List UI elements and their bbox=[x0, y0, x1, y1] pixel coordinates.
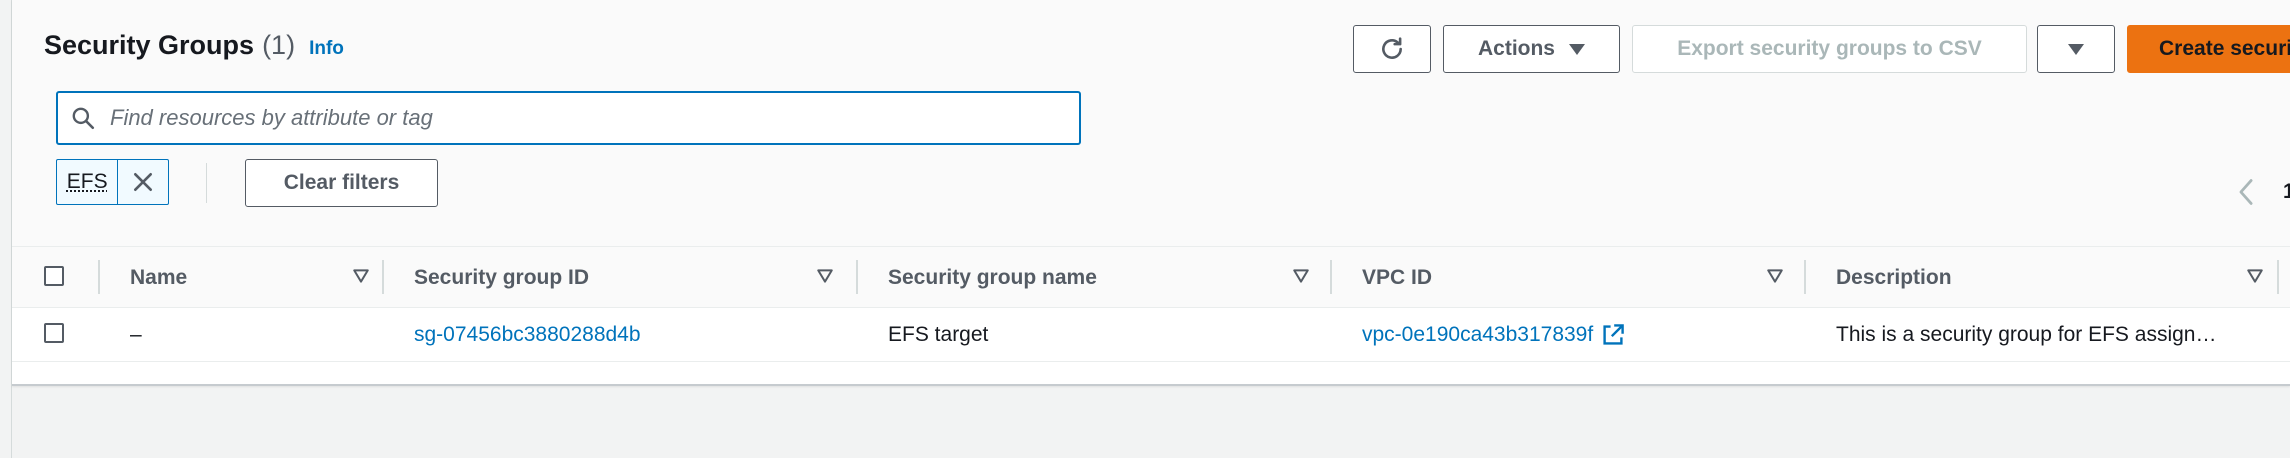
panel-header: Security Groups (1) Info Actions Export … bbox=[12, 0, 2290, 246]
column-separator bbox=[2277, 260, 2279, 294]
refresh-icon bbox=[1382, 37, 1402, 59]
create-security-group-button[interactable]: Create security group bbox=[2127, 25, 2290, 73]
page-number[interactable]: 1 bbox=[2283, 180, 2290, 204]
clear-filters-button[interactable]: Clear filters bbox=[245, 159, 438, 207]
actions-button[interactable]: Actions bbox=[1443, 25, 1620, 73]
vpc-id-link[interactable]: vpc-0e190ca43b317839f bbox=[1362, 323, 1593, 347]
cell-sg-id-link[interactable]: sg-07456bc3880288d4b bbox=[414, 308, 641, 362]
remove-filter-button[interactable] bbox=[118, 160, 168, 204]
external-link-icon[interactable] bbox=[1601, 323, 1625, 347]
row-checkbox[interactable] bbox=[44, 323, 64, 343]
search-box[interactable] bbox=[56, 91, 1081, 145]
info-link[interactable]: Info bbox=[309, 38, 344, 60]
search-icon bbox=[72, 107, 95, 130]
caret-down-icon bbox=[1569, 43, 1585, 55]
column-label: Security group ID bbox=[414, 266, 590, 289]
column-separator bbox=[98, 260, 100, 294]
sort-icon[interactable] bbox=[1292, 267, 1310, 285]
caret-down-icon bbox=[2068, 43, 2084, 55]
filter-token-label[interactable]: EFS bbox=[57, 160, 119, 204]
table-row[interactable]: – sg-07456bc3880288d4b EFS target vpc-0e… bbox=[12, 308, 2290, 362]
page-title-text: Security Groups bbox=[44, 30, 255, 60]
column-header-sg-id[interactable]: Security group ID bbox=[414, 247, 864, 309]
cell-description: This is a security group for EFS assign… bbox=[1836, 323, 2217, 346]
actions-label: Actions bbox=[1477, 37, 1555, 60]
column-header-sg-name[interactable]: Security group name bbox=[888, 247, 1338, 309]
close-icon bbox=[134, 172, 153, 192]
search-input[interactable] bbox=[110, 105, 1070, 131]
column-label: Security group name bbox=[888, 266, 1097, 289]
cell-name: – bbox=[130, 323, 142, 346]
pagination: 1 bbox=[2237, 178, 2290, 206]
refresh-button[interactable] bbox=[1353, 25, 1431, 73]
column-header-name[interactable]: Name bbox=[130, 247, 380, 309]
column-separator bbox=[856, 260, 858, 294]
table-header: Name Security group ID Security group na… bbox=[12, 246, 2290, 308]
column-separator bbox=[382, 260, 384, 294]
sort-icon[interactable] bbox=[2246, 267, 2264, 285]
page-title: Security Groups (1) Info bbox=[44, 30, 344, 61]
export-csv-button[interactable]: Export security groups to CSV bbox=[1632, 25, 2027, 73]
select-all-checkbox[interactable] bbox=[44, 266, 64, 286]
sort-icon[interactable] bbox=[1766, 267, 1784, 285]
chevron-left-icon[interactable] bbox=[2237, 178, 2255, 206]
column-label: Description bbox=[1836, 266, 1952, 289]
column-header-vpc-id[interactable]: VPC ID bbox=[1362, 247, 1812, 309]
export-label: Export security groups to CSV bbox=[1677, 37, 1982, 60]
security-groups-panel: Security Groups (1) Info Actions Export … bbox=[12, 0, 2290, 386]
cell-sg-name: EFS target bbox=[888, 323, 989, 346]
cell-vpc-id[interactable]: vpc-0e190ca43b317839f bbox=[1362, 308, 1625, 362]
column-header-description[interactable]: Description bbox=[1836, 247, 2286, 309]
column-label: VPC ID bbox=[1362, 266, 1433, 289]
sort-icon[interactable] bbox=[816, 267, 834, 285]
column-label: Name bbox=[130, 266, 188, 289]
filter-divider bbox=[206, 163, 207, 203]
filter-token: EFS bbox=[56, 159, 169, 205]
column-separator bbox=[1330, 260, 1332, 294]
resource-count: (1) bbox=[262, 30, 296, 60]
left-gutter bbox=[0, 0, 12, 458]
column-separator bbox=[1804, 260, 1806, 294]
export-dropdown-button[interactable] bbox=[2037, 25, 2115, 73]
clear-filters-label: Clear filters bbox=[283, 171, 400, 194]
create-label: Create security group bbox=[2159, 37, 2290, 60]
sort-icon[interactable] bbox=[352, 267, 370, 285]
